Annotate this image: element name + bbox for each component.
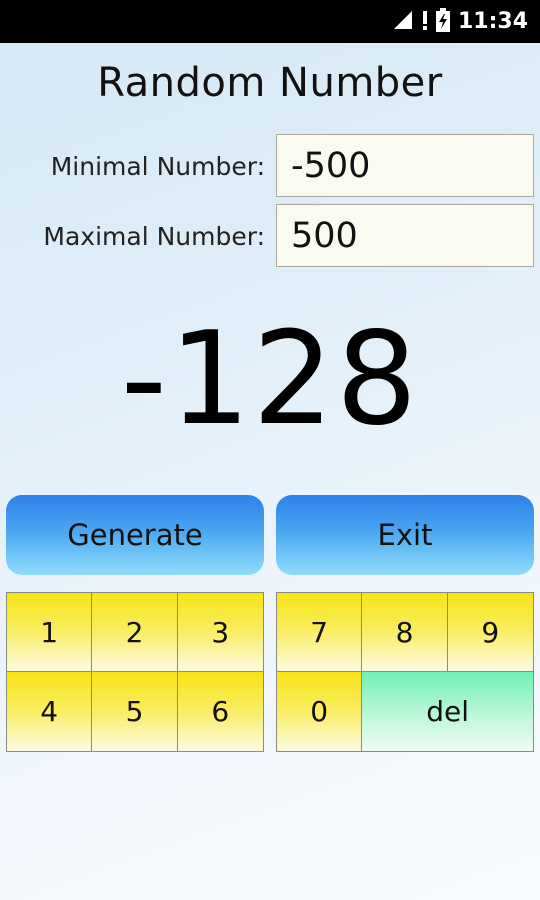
key-9[interactable]: 9 xyxy=(447,593,533,672)
keypad-left: 1 2 3 4 5 6 xyxy=(6,592,264,752)
status-icons: 11:34 xyxy=(392,0,528,43)
status-bar: 11:34 xyxy=(0,0,540,43)
min-number-label: Minimal Number: xyxy=(50,152,265,181)
random-result: -128 xyxy=(120,305,420,454)
key-0[interactable]: 0 xyxy=(277,672,363,751)
key-1[interactable]: 1 xyxy=(7,593,93,672)
signal-icon xyxy=(392,9,414,35)
max-number-label: Maximal Number: xyxy=(43,222,265,251)
key-5[interactable]: 5 xyxy=(92,672,178,751)
key-3[interactable]: 3 xyxy=(177,593,263,672)
battery-charging-icon xyxy=(435,7,450,36)
max-number-input[interactable]: 500 xyxy=(276,204,534,267)
key-8[interactable]: 8 xyxy=(362,593,448,672)
app-title: Random Number xyxy=(97,60,443,106)
status-time: 11:34 xyxy=(457,9,528,34)
min-number-input[interactable]: -500 xyxy=(276,134,534,197)
key-2[interactable]: 2 xyxy=(92,593,178,672)
alert-icon xyxy=(422,9,428,35)
keypad-right: 7 8 9 0 del xyxy=(276,592,534,752)
exit-button[interactable]: Exit xyxy=(276,495,534,575)
key-7[interactable]: 7 xyxy=(277,593,363,672)
delete-button[interactable]: del xyxy=(362,672,533,751)
key-4[interactable]: 4 xyxy=(7,672,93,751)
generate-button[interactable]: Generate xyxy=(6,495,264,575)
key-6[interactable]: 6 xyxy=(177,672,263,751)
